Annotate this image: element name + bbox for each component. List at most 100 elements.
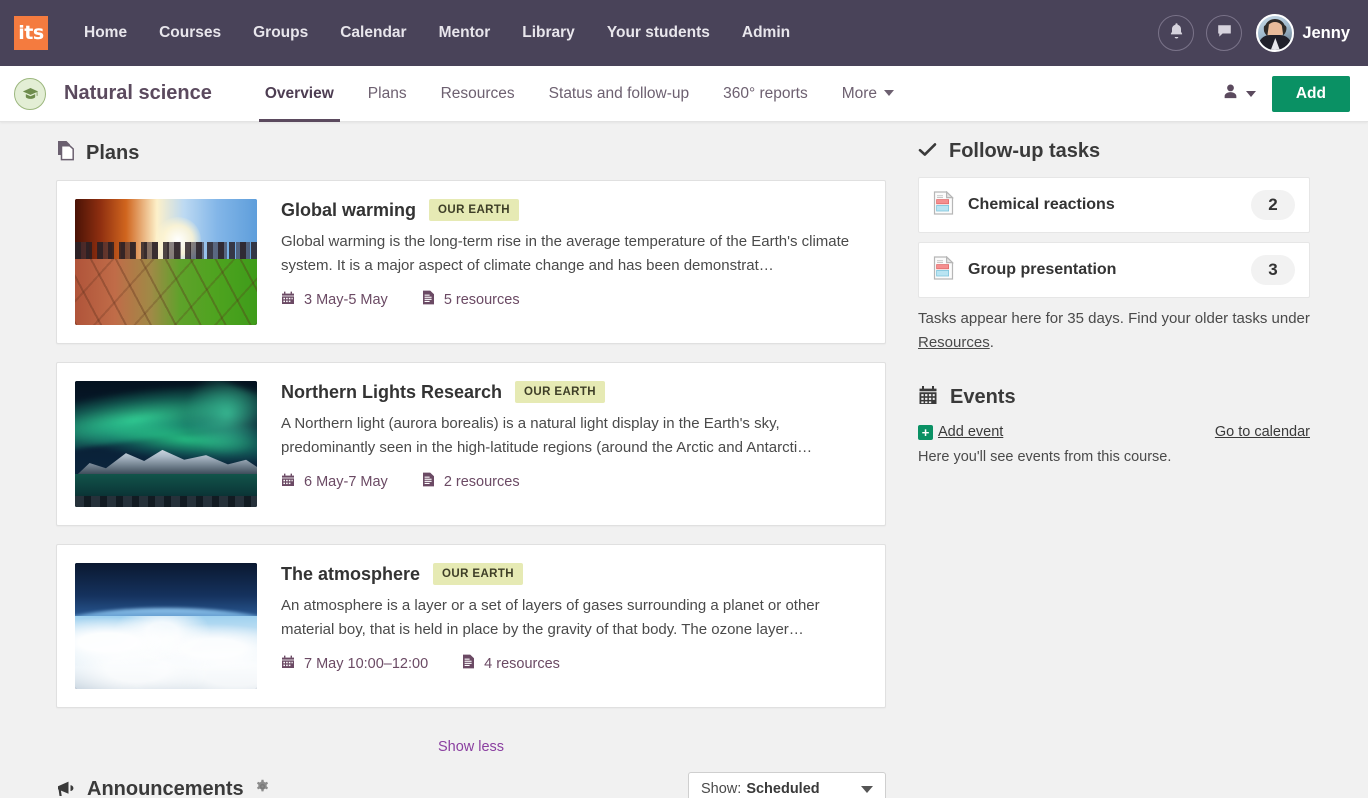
plan-title[interactable]: Northern Lights Research xyxy=(281,382,502,403)
follow-up-task-item[interactable]: Chemical reactions 2 xyxy=(918,177,1310,233)
follow-up-note: Tasks appear here for 35 days. Find your… xyxy=(918,307,1310,355)
document-icon xyxy=(422,290,435,309)
follow-up-note-suffix: . xyxy=(990,334,994,351)
plan-description: An atmosphere is a layer or a set of lay… xyxy=(281,594,867,642)
show-value: Scheduled xyxy=(746,781,819,797)
plan-date: 7 May 10:00–12:00 xyxy=(281,655,428,673)
plan-resources-label: 4 resources xyxy=(484,656,560,672)
announcements-heading: Announcements xyxy=(87,778,244,798)
document-task-icon xyxy=(933,191,954,220)
plan-card[interactable]: The atmosphere OUR EARTH An atmosphere i… xyxy=(56,544,886,708)
page-title: Natural science xyxy=(64,82,212,105)
user-menu[interactable]: Jenny xyxy=(1256,14,1350,52)
tab-plans[interactable]: Plans xyxy=(351,66,424,122)
messages-button[interactable] xyxy=(1206,15,1242,51)
document-icon xyxy=(462,654,475,673)
sidebar-column: Follow-up tasks Chemical reactions 2 Gro… xyxy=(886,140,1368,798)
events-actions: + Add event Go to calendar xyxy=(918,424,1310,440)
show-label: Show: xyxy=(701,781,741,797)
plan-meta: 7 May 10:00–12:00 4 resources xyxy=(281,654,867,673)
person-icon xyxy=(1222,83,1239,105)
bell-icon xyxy=(1168,22,1185,45)
plan-description: A Northern light (aurora borealis) is a … xyxy=(281,412,867,460)
calendar-icon xyxy=(281,291,295,309)
documents-icon xyxy=(56,140,75,166)
course-tabs: Overview Plans Resources Status and foll… xyxy=(248,66,911,122)
follow-up-section-header: Follow-up tasks xyxy=(918,140,1310,163)
tab-overview[interactable]: Overview xyxy=(248,66,351,122)
status-badge: OUR EARTH xyxy=(515,381,605,403)
tab-more-label: More xyxy=(842,85,877,102)
plan-date-label: 6 May-7 May xyxy=(304,474,388,490)
plus-icon[interactable]: + xyxy=(918,425,933,440)
plan-card[interactable]: Global warming OUR EARTH Global warming … xyxy=(56,180,886,344)
plan-date-label: 3 May-5 May xyxy=(304,292,388,308)
task-count-badge: 2 xyxy=(1251,190,1295,220)
events-section: Events + Add event Go to calendar Here y… xyxy=(918,385,1310,465)
plan-thumbnail xyxy=(75,381,257,507)
global-top-bar: its Home Courses Groups Calendar Mentor … xyxy=(0,0,1368,66)
events-heading: Events xyxy=(950,386,1016,409)
plan-meta: 6 May-7 May 2 resources xyxy=(281,472,867,491)
go-to-calendar-link[interactable]: Go to calendar xyxy=(1215,424,1310,440)
tab-360-reports[interactable]: 360° reports xyxy=(706,66,825,122)
plan-resources: 5 resources xyxy=(422,290,520,309)
tab-status-and-follow-up[interactable]: Status and follow-up xyxy=(532,66,706,122)
notifications-button[interactable] xyxy=(1158,15,1194,51)
nav-item-library[interactable]: Library xyxy=(506,0,591,66)
document-task-icon xyxy=(933,256,954,285)
calendar-icon xyxy=(281,655,295,673)
nav-item-home[interactable]: Home xyxy=(70,0,143,66)
plan-meta: 3 May-5 May 5 resources xyxy=(281,290,867,309)
events-empty-note: Here you'll see events from this course. xyxy=(918,449,1310,465)
plan-card-body: Northern Lights Research OUR EARTH A Nor… xyxy=(257,381,867,507)
show-less-link[interactable]: Show less xyxy=(438,739,504,755)
nav-item-groups[interactable]: Groups xyxy=(237,0,324,66)
add-event-link[interactable]: Add event xyxy=(938,424,1003,440)
plan-thumbnail xyxy=(75,563,257,689)
status-badge: OUR EARTH xyxy=(429,199,519,221)
nav-item-calendar[interactable]: Calendar xyxy=(324,0,422,66)
tab-resources[interactable]: Resources xyxy=(424,66,532,122)
calendar-icon xyxy=(281,473,295,491)
plan-title[interactable]: Global warming xyxy=(281,200,416,221)
task-label: Chemical reactions xyxy=(968,196,1115,214)
tab-more[interactable]: More xyxy=(825,66,911,122)
chevron-down-icon xyxy=(884,90,894,96)
plan-date: 6 May-7 May xyxy=(281,473,388,491)
plan-description: Global warming is the long-term rise in … xyxy=(281,230,867,278)
events-section-header: Events xyxy=(918,385,1310,410)
plan-resources-label: 5 resources xyxy=(444,292,520,308)
nav-item-admin[interactable]: Admin xyxy=(726,0,806,66)
nav-item-mentor[interactable]: Mentor xyxy=(423,0,507,66)
plan-resources: 4 resources xyxy=(462,654,560,673)
plan-title[interactable]: The atmosphere xyxy=(281,564,420,585)
follow-up-task-item[interactable]: Group presentation 3 xyxy=(918,242,1310,298)
resources-link[interactable]: Resources xyxy=(918,334,990,351)
avatar[interactable] xyxy=(1256,14,1294,52)
nav-item-your-students[interactable]: Your students xyxy=(591,0,726,66)
top-bar-right: Jenny xyxy=(1158,14,1350,52)
global-nav: Home Courses Groups Calendar Mentor Libr… xyxy=(70,0,806,66)
plan-resources-label: 2 resources xyxy=(444,474,520,490)
nav-item-courses[interactable]: Courses xyxy=(143,0,237,66)
add-button[interactable]: Add xyxy=(1272,76,1350,112)
plan-card-body: Global warming OUR EARTH Global warming … xyxy=(257,199,867,325)
page-body: Plans Global warming OUR EARTH Global wa… xyxy=(0,122,1368,798)
plan-thumbnail xyxy=(75,199,257,325)
graduation-cap-icon xyxy=(14,78,46,110)
gear-icon[interactable] xyxy=(255,779,270,798)
megaphone-icon xyxy=(56,780,76,798)
announcements-filter-select[interactable]: Show: Scheduled xyxy=(688,772,886,798)
chevron-down-icon xyxy=(861,786,873,793)
announcements-header: Announcements Show: Scheduled xyxy=(56,756,886,798)
plan-card[interactable]: Northern Lights Research OUR EARTH A Nor… xyxy=(56,362,886,526)
plan-date: 3 May-5 May xyxy=(281,291,388,309)
follow-up-heading: Follow-up tasks xyxy=(949,140,1100,163)
chat-bubble-icon xyxy=(1216,23,1233,44)
its-logo[interactable]: its xyxy=(14,16,48,50)
plan-date-label: 7 May 10:00–12:00 xyxy=(304,656,428,672)
follow-up-note-text: Tasks appear here for 35 days. Find your… xyxy=(918,310,1310,327)
course-header-bar: Natural science Overview Plans Resources… xyxy=(0,66,1368,122)
person-selector[interactable] xyxy=(1222,83,1256,105)
